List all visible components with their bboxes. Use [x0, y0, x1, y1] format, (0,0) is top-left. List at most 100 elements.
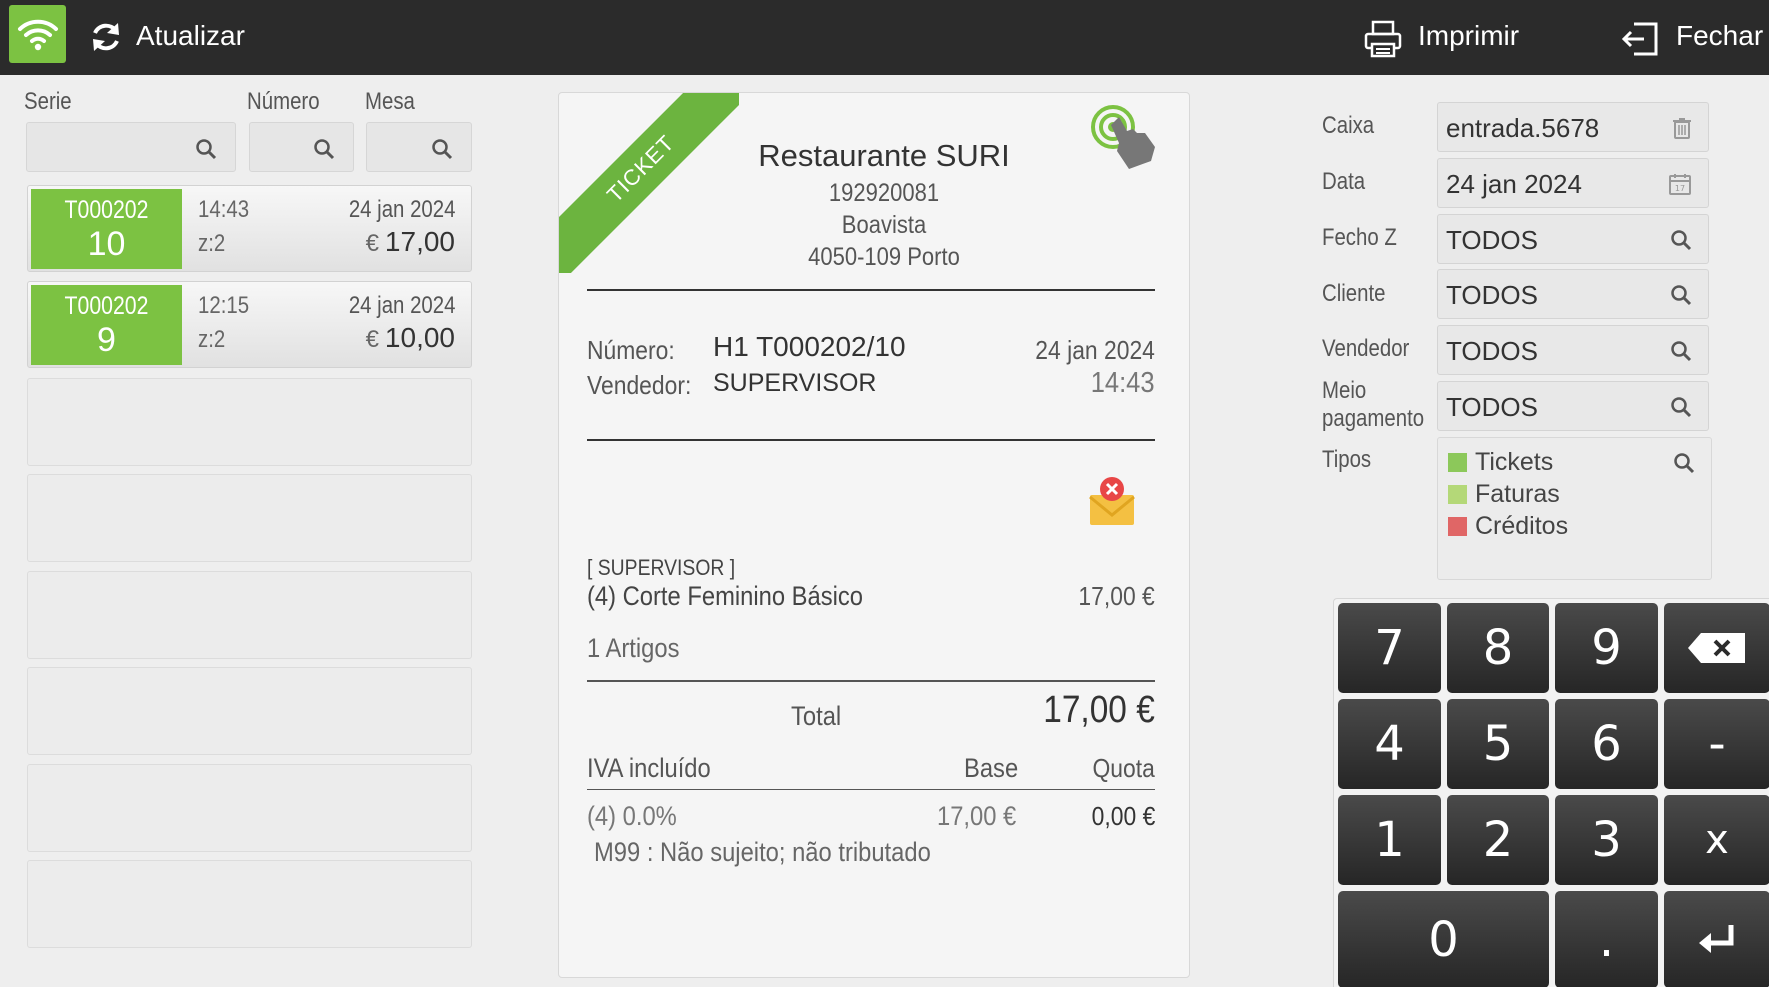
restaurant-nif: 192920081: [828, 179, 940, 207]
caixa-label: Caixa: [1322, 112, 1375, 139]
empty-list-slot: [27, 378, 472, 466]
empty-list-slot: [27, 571, 472, 659]
backspace-icon: [1688, 633, 1745, 663]
search-icon: [314, 139, 335, 160]
key-9[interactable]: 9: [1555, 603, 1658, 693]
key-1[interactable]: 1: [1338, 795, 1441, 885]
base-header: Base: [964, 753, 1019, 783]
email-error-icon[interactable]: [1087, 475, 1137, 527]
vendedor-label: Vendedor: [1322, 335, 1410, 362]
caixa-field[interactable]: entrada.5678: [1437, 102, 1709, 152]
fechoz-label: Fecho Z: [1322, 224, 1397, 251]
trash-icon[interactable]: [1672, 117, 1692, 139]
color-swatch: [1448, 517, 1467, 536]
enter-key[interactable]: [1664, 891, 1769, 987]
cliente-field[interactable]: TODOS: [1437, 269, 1709, 319]
ticket-number: 10: [87, 225, 126, 263]
key-4[interactable]: 4: [1338, 699, 1441, 789]
tipo-label: Tickets: [1475, 448, 1554, 476]
ticket-number-badge: T000202 9: [31, 285, 182, 365]
date-value: 24 jan 2024: [1446, 169, 1582, 199]
key-0[interactable]: 0: [1338, 891, 1549, 987]
search-icon: [1671, 341, 1692, 362]
search-icon: [196, 139, 217, 160]
date-field[interactable]: 24 jan 2024 17: [1437, 158, 1709, 208]
quota-header: Quota: [1092, 753, 1155, 783]
tipos-filter[interactable]: Tickets Faturas Créditos: [1437, 437, 1712, 580]
tipo-creditos[interactable]: Créditos: [1448, 512, 1568, 541]
refresh-icon[interactable]: [89, 20, 123, 54]
vendedor-value: TODOS: [1446, 336, 1538, 366]
currency-symbol: €: [365, 230, 379, 257]
cliente-label: Cliente: [1322, 280, 1386, 307]
key-2[interactable]: 2: [1447, 795, 1549, 885]
divider: [587, 439, 1155, 441]
color-swatch: [1448, 453, 1467, 472]
receipt-preview: TICKET Restaurante SURI 192920081 Boavis…: [558, 92, 1190, 978]
document-time: 14:43: [1091, 367, 1155, 399]
tipos-label: Tipos: [1322, 446, 1372, 473]
search-icon: [432, 139, 453, 160]
mesa-label: Mesa: [365, 88, 415, 115]
close-button[interactable]: Fechar: [1676, 20, 1763, 52]
caixa-value: entrada.5678: [1446, 113, 1600, 143]
ticket-code: T000202: [64, 196, 149, 224]
meio-pagamento-field[interactable]: TODOS: [1437, 381, 1709, 431]
key-decimal[interactable]: .: [1555, 891, 1658, 987]
key-multiply[interactable]: x: [1664, 795, 1769, 885]
line-item-name: (4) Corte Feminino Básico: [587, 581, 863, 611]
tipo-tickets[interactable]: Tickets: [1448, 448, 1553, 477]
calendar-icon[interactable]: 17: [1668, 173, 1692, 195]
key-7[interactable]: 7: [1338, 603, 1441, 693]
vendedor-label: Vendedor:: [587, 370, 692, 400]
ticket-amount: €17,00: [366, 226, 455, 258]
tipo-label: Faturas: [1475, 480, 1560, 508]
meio-label-line1: Meio: [1322, 377, 1367, 404]
iva-quota: 0,00 €: [1091, 801, 1155, 831]
refresh-button[interactable]: Atualizar: [136, 20, 245, 52]
backspace-key[interactable]: [1664, 603, 1769, 693]
search-icon: [1671, 285, 1692, 306]
seller-name: SUPERVISOR: [713, 369, 877, 397]
wifi-status-icon[interactable]: [9, 5, 66, 63]
key-minus[interactable]: -: [1664, 699, 1769, 789]
key-5[interactable]: 5: [1447, 699, 1549, 789]
key-3[interactable]: 3: [1555, 795, 1658, 885]
seller-tag: [ SUPERVISOR ]: [587, 555, 736, 580]
restaurant-name: Restaurante SURI: [758, 138, 1010, 173]
top-bar: Atualizar Imprimir Fechar: [0, 0, 1769, 75]
key-8[interactable]: 8: [1447, 603, 1549, 693]
currency-symbol: €: [365, 326, 379, 353]
empty-list-slot: [27, 474, 472, 562]
serie-label: Serie: [24, 88, 72, 115]
ticket-list-item[interactable]: T000202 10 14:43 z:2 24 jan 2024 €17,00: [27, 185, 472, 272]
document-number: H1 T000202/10: [713, 331, 906, 362]
cliente-value: TODOS: [1446, 280, 1538, 310]
numero-search-field[interactable]: [249, 122, 354, 172]
tipo-faturas[interactable]: Faturas: [1448, 480, 1560, 509]
numero-label: Número:: [587, 335, 675, 365]
exit-icon[interactable]: [1620, 20, 1660, 58]
ticket-date: 24 jan 2024: [348, 196, 455, 223]
print-button[interactable]: Imprimir: [1418, 20, 1519, 52]
ticket-list-item[interactable]: T000202 9 12:15 z:2 24 jan 2024 €10,00: [27, 281, 472, 368]
color-swatch: [1448, 485, 1467, 504]
fechoz-field[interactable]: TODOS: [1437, 214, 1709, 264]
serie-search-field[interactable]: [26, 122, 236, 172]
ticket-time: 12:15: [198, 292, 250, 319]
ticket-zone: z:2: [198, 326, 226, 353]
empty-list-slot: [27, 764, 472, 852]
search-icon[interactable]: [1673, 452, 1695, 474]
total-label: Total: [791, 701, 842, 731]
printer-icon[interactable]: [1363, 20, 1403, 58]
divider: [587, 789, 1155, 790]
fechoz-value: TODOS: [1446, 225, 1538, 255]
key-6[interactable]: 6: [1555, 699, 1658, 789]
ticket-amount-value: 10,00: [384, 322, 455, 353]
document-date: 24 jan 2024: [1035, 335, 1155, 365]
divider: [587, 289, 1155, 291]
mesa-search-field[interactable]: [366, 122, 472, 172]
iva-exemption-note: M99 : Não sujeito; não tributado: [594, 837, 931, 867]
vendedor-field[interactable]: TODOS: [1437, 325, 1709, 375]
ticket-time: 14:43: [198, 196, 250, 223]
